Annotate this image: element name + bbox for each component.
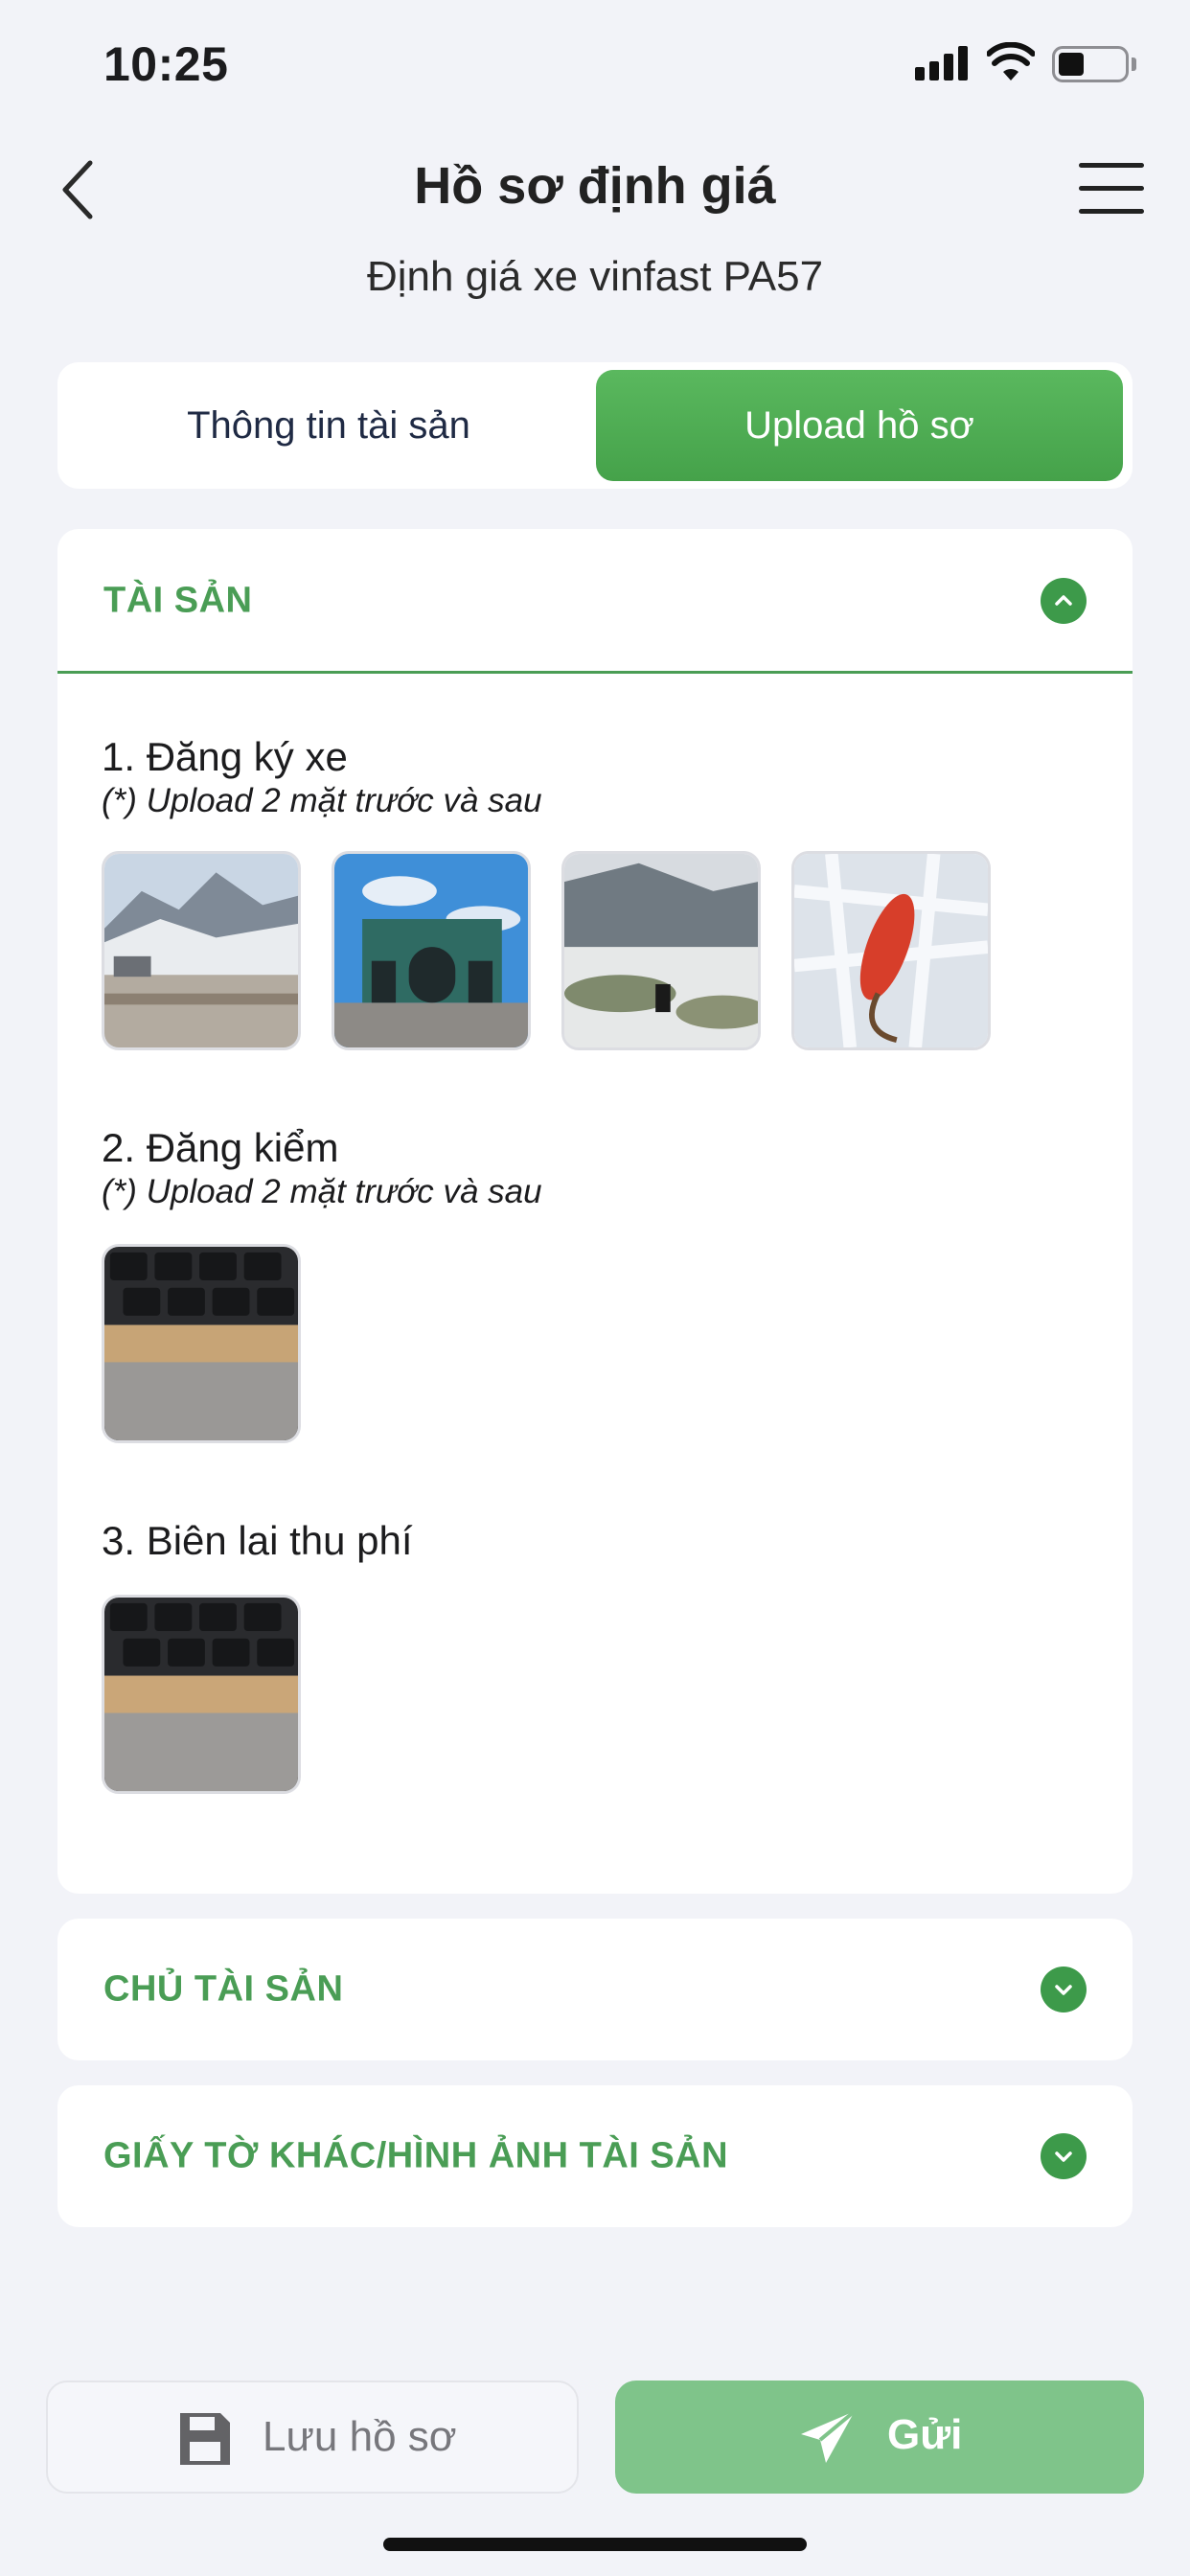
other-documents-section-card[interactable]: GIẤY TỜ KHÁC/HÌNH ẢNH TÀI SẢN bbox=[57, 2085, 1133, 2227]
uploaded-image-thumbnail[interactable] bbox=[791, 851, 991, 1050]
uploaded-image-thumbnail[interactable] bbox=[561, 851, 761, 1050]
group-title-fee-receipt: 3. Biên lai thu phí bbox=[102, 1518, 413, 1563]
paper-plane-icon bbox=[801, 2409, 857, 2463]
tab-bar: Thông tin tài sản Upload hồ sơ bbox=[57, 362, 1133, 489]
uploaded-image-thumbnail[interactable] bbox=[332, 851, 531, 1050]
tab-asset-info[interactable]: Thông tin tài sản bbox=[65, 370, 592, 481]
status-bar: 10:25 bbox=[0, 0, 1190, 134]
cellular-signal-icon bbox=[915, 46, 969, 80]
hamburger-menu-icon[interactable] bbox=[1079, 161, 1144, 215]
floppy-disk-icon bbox=[180, 2413, 230, 2465]
uploaded-image-thumbnail[interactable] bbox=[102, 851, 301, 1050]
group-title-inspection: 2. Đăng kiểm bbox=[102, 1125, 339, 1170]
chevron-up-icon[interactable] bbox=[1041, 578, 1087, 624]
save-draft-button[interactable]: Lưu hồ sơ bbox=[46, 2380, 579, 2494]
asset-section-header[interactable]: TÀI SẢN bbox=[57, 529, 1133, 673]
asset-section-title: TÀI SẢN bbox=[103, 580, 253, 621]
asset-section-card: TÀI SẢN 1. Đăng ký xe (*) Upload 2 mặt t… bbox=[57, 529, 1133, 1894]
owner-section-header[interactable]: CHỦ TÀI SẢN bbox=[57, 1919, 1133, 2060]
tab-upload-documents[interactable]: Upload hồ sơ bbox=[596, 370, 1123, 481]
send-label: Gửi bbox=[887, 2411, 963, 2458]
wifi-icon bbox=[987, 42, 1035, 80]
other-documents-section-title: GIẤY TỜ KHÁC/HÌNH ẢNH TÀI SẢN bbox=[103, 2135, 729, 2176]
group-note-inspection: (*) Upload 2 mặt trước và sau bbox=[102, 1173, 542, 1210]
owner-section-title: CHỦ TÀI SẢN bbox=[103, 1968, 344, 2010]
status-time: 10:25 bbox=[103, 37, 229, 91]
chevron-down-icon[interactable] bbox=[1041, 2133, 1087, 2179]
send-button[interactable]: Gửi bbox=[615, 2380, 1144, 2494]
save-draft-label: Lưu hồ sơ bbox=[263, 2413, 457, 2460]
group-title-vehicle-registration: 1. Đăng ký xe bbox=[102, 734, 348, 779]
page-subtitle: Định giá xe vinfast PA57 bbox=[366, 253, 824, 300]
battery-icon bbox=[1052, 46, 1129, 82]
chevron-down-icon[interactable] bbox=[1041, 1966, 1087, 2012]
group-note-vehicle-registration: (*) Upload 2 mặt trước và sau bbox=[102, 782, 542, 819]
uploaded-image-thumbnail[interactable] bbox=[102, 1244, 301, 1443]
owner-section-card[interactable]: CHỦ TÀI SẢN bbox=[57, 1919, 1133, 2060]
battery-cap bbox=[1132, 58, 1136, 71]
uploaded-image-thumbnail[interactable] bbox=[102, 1595, 301, 1794]
page-title: Hồ sơ định giá bbox=[414, 157, 776, 215]
section-divider bbox=[57, 671, 1133, 674]
other-documents-section-header[interactable]: GIẤY TỜ KHÁC/HÌNH ẢNH TÀI SẢN bbox=[57, 2085, 1133, 2227]
home-indicator bbox=[383, 2538, 807, 2551]
